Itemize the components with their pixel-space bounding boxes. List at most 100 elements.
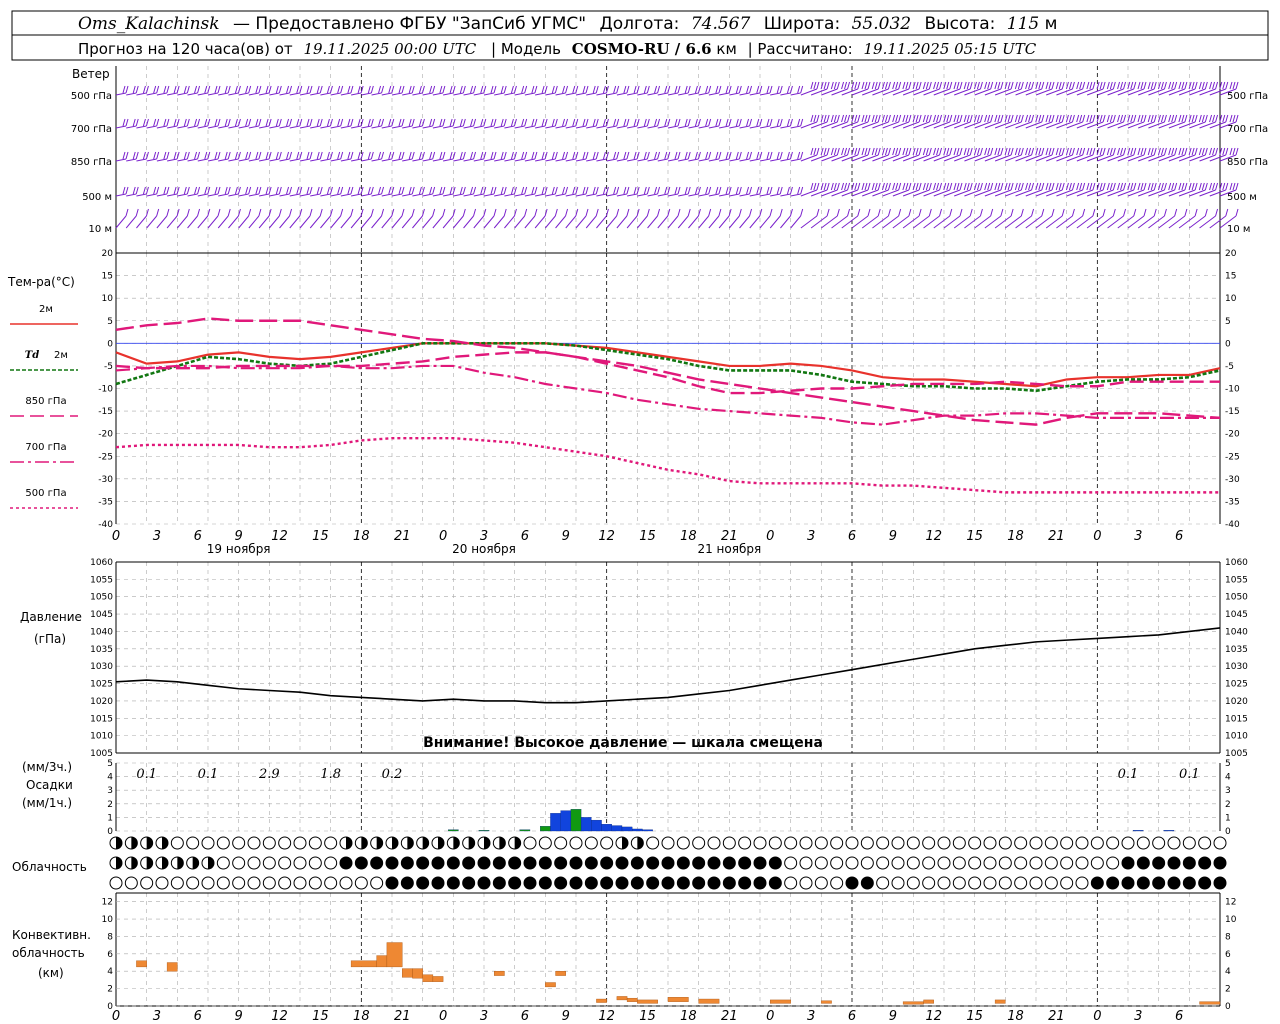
wind-barb-flag [847,81,851,90]
wind-barb [494,92,505,96]
conv-bar [667,997,689,1002]
cloud-symbol [1121,856,1135,870]
wind-barb-flag [357,85,361,94]
wind-level-labels: 500 гПа 500 гПа700 гПа 700 гПа850 гПа 850 г… [71,91,1268,235]
wind-barb-flag [687,118,691,127]
cloud-circle [278,836,292,850]
cloud-circle [1044,836,1058,850]
wind-barb-flag [725,118,729,127]
conv-x-hour: 15 [312,1009,329,1024]
wind-barb-flag [278,208,282,217]
cloud-symbol [891,836,905,850]
wind-barb-flag [524,151,528,160]
wind-barb-flag [908,182,912,191]
wind-barb-flag [939,147,943,156]
wind-barb-flag [933,81,937,90]
wind-barb-flag [746,151,750,160]
wind-barb-flag [687,85,691,94]
cloud-symbol [492,836,506,850]
wind-barb-flag [186,186,190,195]
wind-barb-flag [776,85,780,94]
wind-barb-flag [857,208,861,217]
wind-barb-flag [1038,114,1042,123]
wind-barb [953,215,971,229]
cloud-symbol [324,836,338,850]
wind-barb-flag [1099,147,1103,156]
wind-barb-flag [432,151,436,160]
wind-barb [851,215,869,229]
wind-barb-flag [976,114,980,123]
wind-barb [759,92,771,96]
wind-barb-flag [871,182,875,191]
precip-ytick-right: 5 [1225,759,1231,769]
wind-barb-flag [595,208,599,217]
wind-barb-flag [694,151,698,160]
cloud-fill [616,857,628,869]
conv-x-hour: 0 [112,1009,120,1024]
wind-barb-flag [936,182,940,191]
wind-barb-flag [800,186,804,195]
wind-barb [647,158,658,162]
wind-barb-flag [746,85,750,94]
wind-barb-flag [1058,114,1062,123]
cloud-symbol [554,856,568,870]
wind-barb-flag [340,208,344,217]
cloud-symbol [876,836,890,850]
wind-barb [1189,215,1206,229]
cloud-symbol [201,836,215,850]
wind-barb-flag [1194,114,1198,123]
conv-x-hour: 3 [480,1009,488,1024]
wind-barb-flag [337,118,341,127]
wind-barb-flag [248,186,252,195]
cloud-circle [814,876,828,890]
wind-barb [575,92,587,96]
wind-barb-flag [562,186,566,195]
wind-barb-flag [248,151,252,160]
wind-barb-flag [895,114,899,123]
wind-barb-flag [905,147,909,156]
wind-barb-flag [493,85,497,94]
cloud-symbol [1060,856,1074,870]
cloud-fill [769,877,782,889]
wind-barb-flag [928,182,932,191]
wind-barb-flag [1209,182,1213,191]
wind-barb-flag [1133,182,1137,191]
wind-barb-flag [1079,81,1083,90]
wind-barb-flag [217,85,221,94]
wind-barb-flag [442,85,446,94]
cloud-fill [447,857,460,869]
wind-barb-flag [1061,81,1065,90]
cloud-symbol [584,876,598,890]
wind-barb [770,158,781,162]
cloud-fill-part [376,837,383,849]
wind-barb-flag [156,118,160,127]
temp-ytick-left: -25 [98,452,113,462]
wind-barb-flag [408,118,412,127]
temp-ytick-right: -30 [1225,475,1240,485]
cloud-symbol [937,876,951,890]
wind-barb-flag [442,186,446,195]
wind-barb-flag [544,85,548,94]
cloud-fill [570,877,582,889]
cloud-fill [355,857,368,869]
wind-barb-flag [1201,182,1205,191]
temp-x-hour: 6 [194,529,202,544]
wind-barb-flag [1025,81,1029,90]
wind-barb-flag [1071,208,1075,217]
wind-barb-flag [800,118,804,127]
cloud-circle [1167,836,1181,850]
cloud-circle [1029,876,1043,890]
wind-barb-flag [1137,114,1141,123]
wind-barb-flag [258,85,262,94]
wind-barb-flag [749,118,753,127]
wind-barb-flag [1225,147,1229,156]
cloud-symbol [1198,876,1212,890]
wind-barb-flag [316,118,320,127]
wind-barb [187,193,198,197]
wind-barb-flag [503,186,507,195]
wind-barb-flag [1209,81,1213,90]
wind-barb-flag [786,151,790,160]
wind-barb-flag [844,182,848,191]
cloud-fill [585,877,598,889]
pressure-ytick-left: 1010 [90,732,113,742]
